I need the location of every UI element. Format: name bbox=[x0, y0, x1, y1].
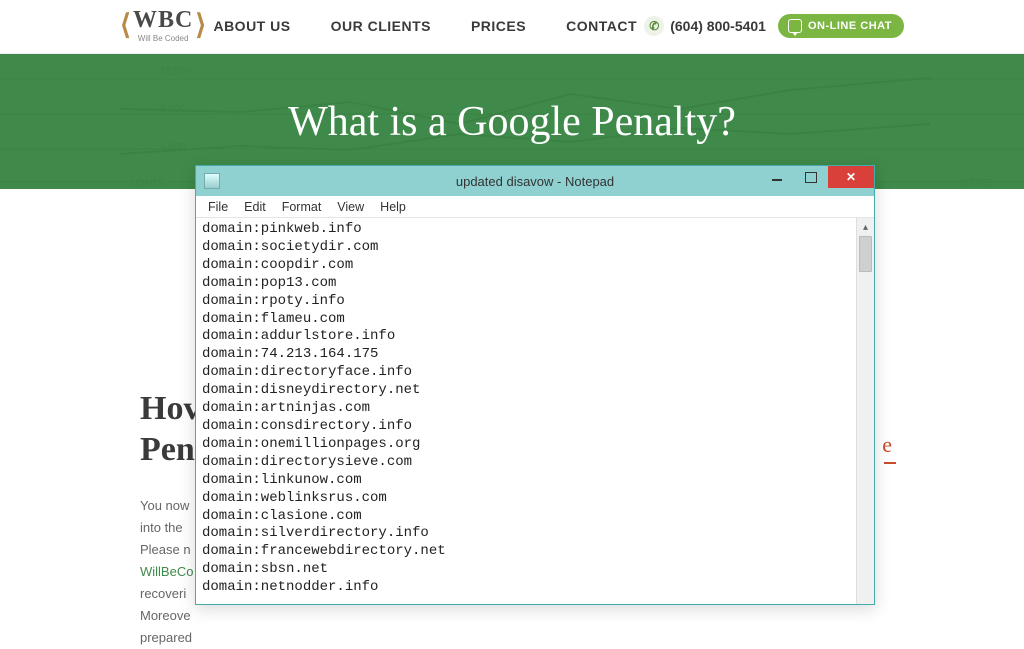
nav-prices[interactable]: PRICES bbox=[471, 18, 526, 34]
page-title: What is a Google Penalty? bbox=[288, 98, 736, 146]
logo[interactable]: ⟨ WBC Will Be Coded ⟩ bbox=[120, 8, 206, 43]
svg-text:2/27/15: 2/27/15 bbox=[960, 178, 994, 189]
main-nav: ABOUT US OUR CLIENTS PRICES CONTACT bbox=[213, 18, 637, 34]
nav-contact[interactable]: CONTACT bbox=[566, 18, 637, 34]
chat-icon bbox=[788, 19, 802, 33]
phone-number: (604) 800-5401 bbox=[670, 18, 766, 34]
notepad-app-icon bbox=[204, 173, 220, 189]
phone-link[interactable]: ✆ (604) 800-5401 bbox=[644, 16, 766, 36]
close-button[interactable] bbox=[828, 166, 874, 188]
notepad-titlebar[interactable]: updated disavow - Notepad bbox=[196, 166, 874, 196]
minimize-button[interactable] bbox=[760, 166, 794, 188]
logo-bracket-right: ⟩ bbox=[195, 12, 206, 40]
menu-help[interactable]: Help bbox=[374, 198, 412, 216]
logo-subtitle: Will Be Coded bbox=[138, 34, 189, 43]
header-right: ✆ (604) 800-5401 ON-LINE CHAT bbox=[644, 14, 904, 38]
notepad-body: domain:pinkweb.info domain:societydir.co… bbox=[196, 218, 874, 604]
chat-label: ON-LINE CHAT bbox=[808, 20, 892, 32]
svg-text:12,500: 12,500 bbox=[160, 66, 191, 77]
window-controls bbox=[760, 166, 874, 190]
menu-edit[interactable]: Edit bbox=[238, 198, 272, 216]
notepad-menubar: File Edit Format View Help bbox=[196, 196, 874, 218]
notepad-window: updated disavow - Notepad File Edit Form… bbox=[195, 165, 875, 605]
svg-text:8,000: 8,000 bbox=[160, 104, 185, 115]
vertical-scrollbar[interactable]: ▴ bbox=[856, 218, 874, 604]
side-letter: e bbox=[882, 432, 892, 458]
top-nav: ⟨ WBC Will Be Coded ⟩ ABOUT US OUR CLIEN… bbox=[0, 0, 1024, 54]
scroll-up-arrow[interactable]: ▴ bbox=[857, 218, 874, 236]
svg-text:4,000: 4,000 bbox=[160, 142, 185, 153]
logo-text: WBC bbox=[133, 8, 193, 32]
scroll-thumb[interactable] bbox=[859, 236, 872, 272]
nav-about[interactable]: ABOUT US bbox=[213, 18, 290, 34]
logo-bracket-left: ⟨ bbox=[120, 12, 131, 40]
maximize-button[interactable] bbox=[794, 166, 828, 188]
menu-view[interactable]: View bbox=[331, 198, 370, 216]
phone-icon: ✆ bbox=[644, 16, 664, 36]
svg-text:1/31/15: 1/31/15 bbox=[130, 178, 164, 189]
side-line bbox=[884, 462, 896, 464]
menu-format[interactable]: Format bbox=[276, 198, 328, 216]
online-chat-button[interactable]: ON-LINE CHAT bbox=[778, 14, 904, 38]
notepad-text-area[interactable]: domain:pinkweb.info domain:societydir.co… bbox=[196, 218, 856, 604]
nav-clients[interactable]: OUR CLIENTS bbox=[331, 18, 431, 34]
menu-file[interactable]: File bbox=[202, 198, 234, 216]
